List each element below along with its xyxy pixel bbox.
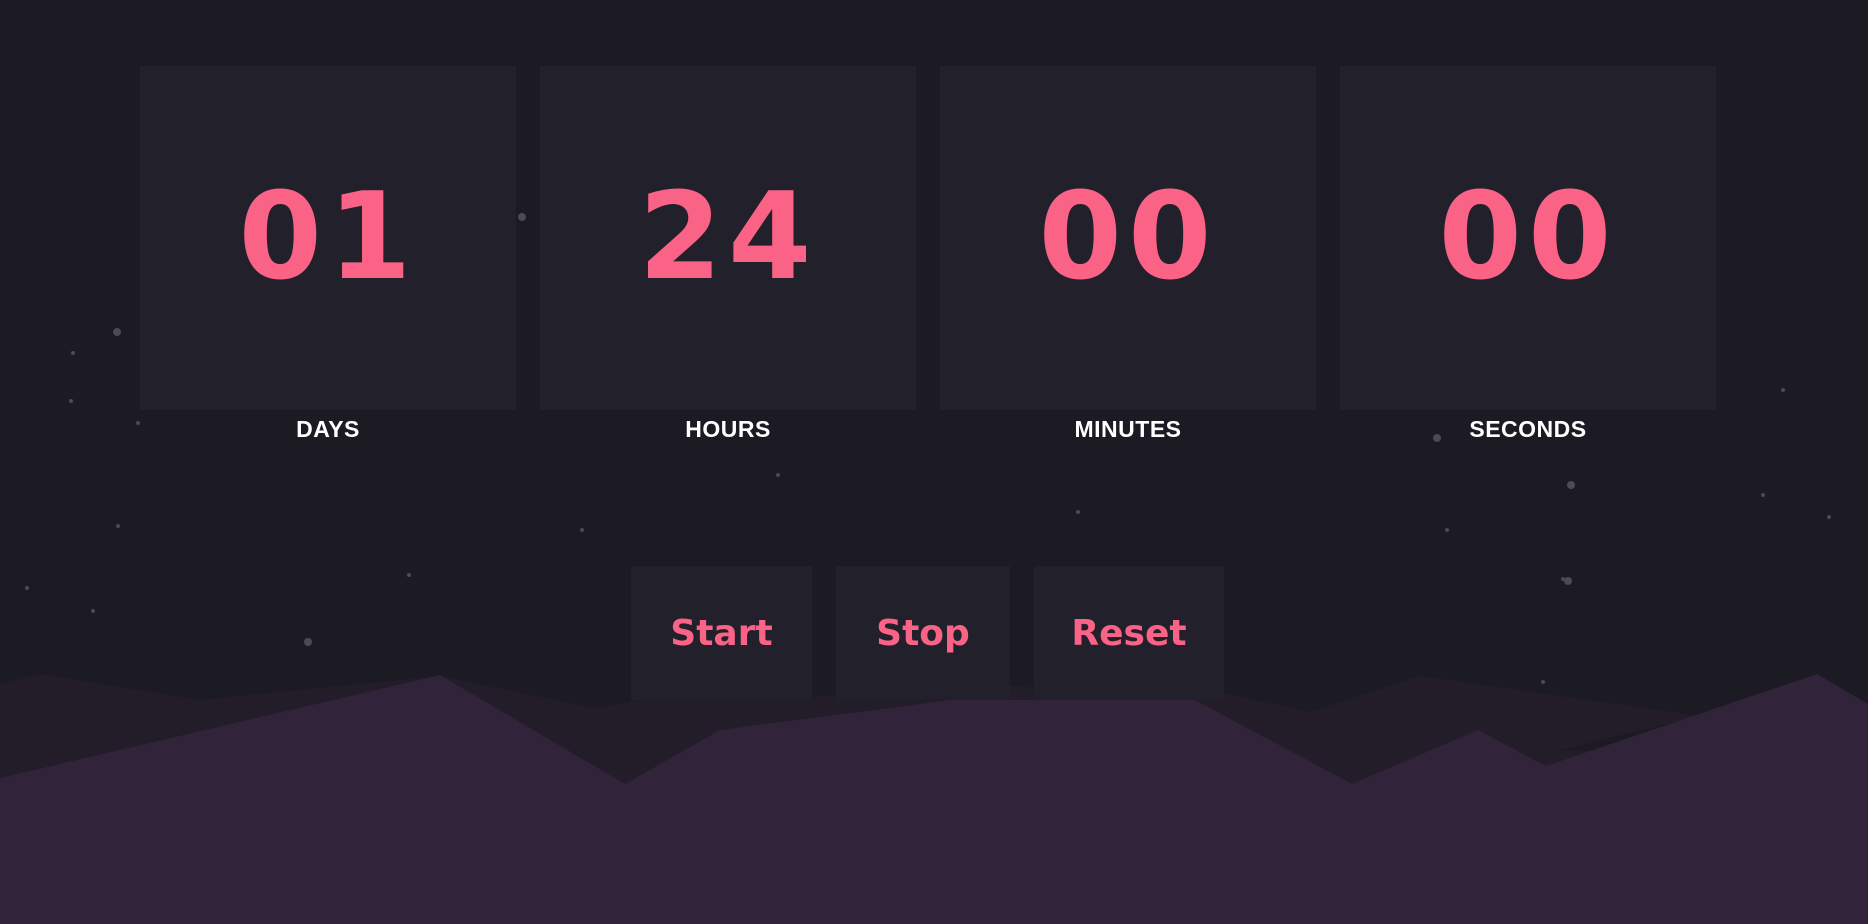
seconds-card: 00 [1340, 66, 1716, 410]
timer-controls: Start Stop Reset [631, 566, 1224, 700]
seconds-unit: 00 SECONDS [1340, 66, 1716, 443]
minutes-value: 00 [1038, 168, 1218, 307]
days-card: 01 [140, 66, 516, 410]
seconds-label: SECONDS [1469, 416, 1587, 442]
countdown-display: 01 DAYS 24 HOURS 00 MINUTES 00 SECONDS [140, 66, 1716, 446]
hours-card: 24 [540, 66, 916, 410]
hours-label: HOURS [685, 416, 771, 442]
days-value: 01 [238, 168, 418, 307]
days-unit: 01 DAYS [140, 66, 516, 443]
hours-unit: 24 HOURS [540, 66, 916, 443]
minutes-card: 00 [940, 66, 1316, 410]
reset-button[interactable]: Reset [1034, 566, 1224, 700]
minutes-unit: 00 MINUTES [940, 66, 1316, 443]
countdown-page: 01 DAYS 24 HOURS 00 MINUTES 00 SECONDS S… [0, 0, 1868, 924]
seconds-value: 00 [1438, 168, 1618, 307]
hours-value: 24 [638, 168, 818, 307]
start-button[interactable]: Start [631, 566, 812, 700]
days-label: DAYS [296, 416, 360, 442]
stop-button[interactable]: Stop [836, 566, 1010, 700]
minutes-label: MINUTES [1074, 416, 1182, 442]
